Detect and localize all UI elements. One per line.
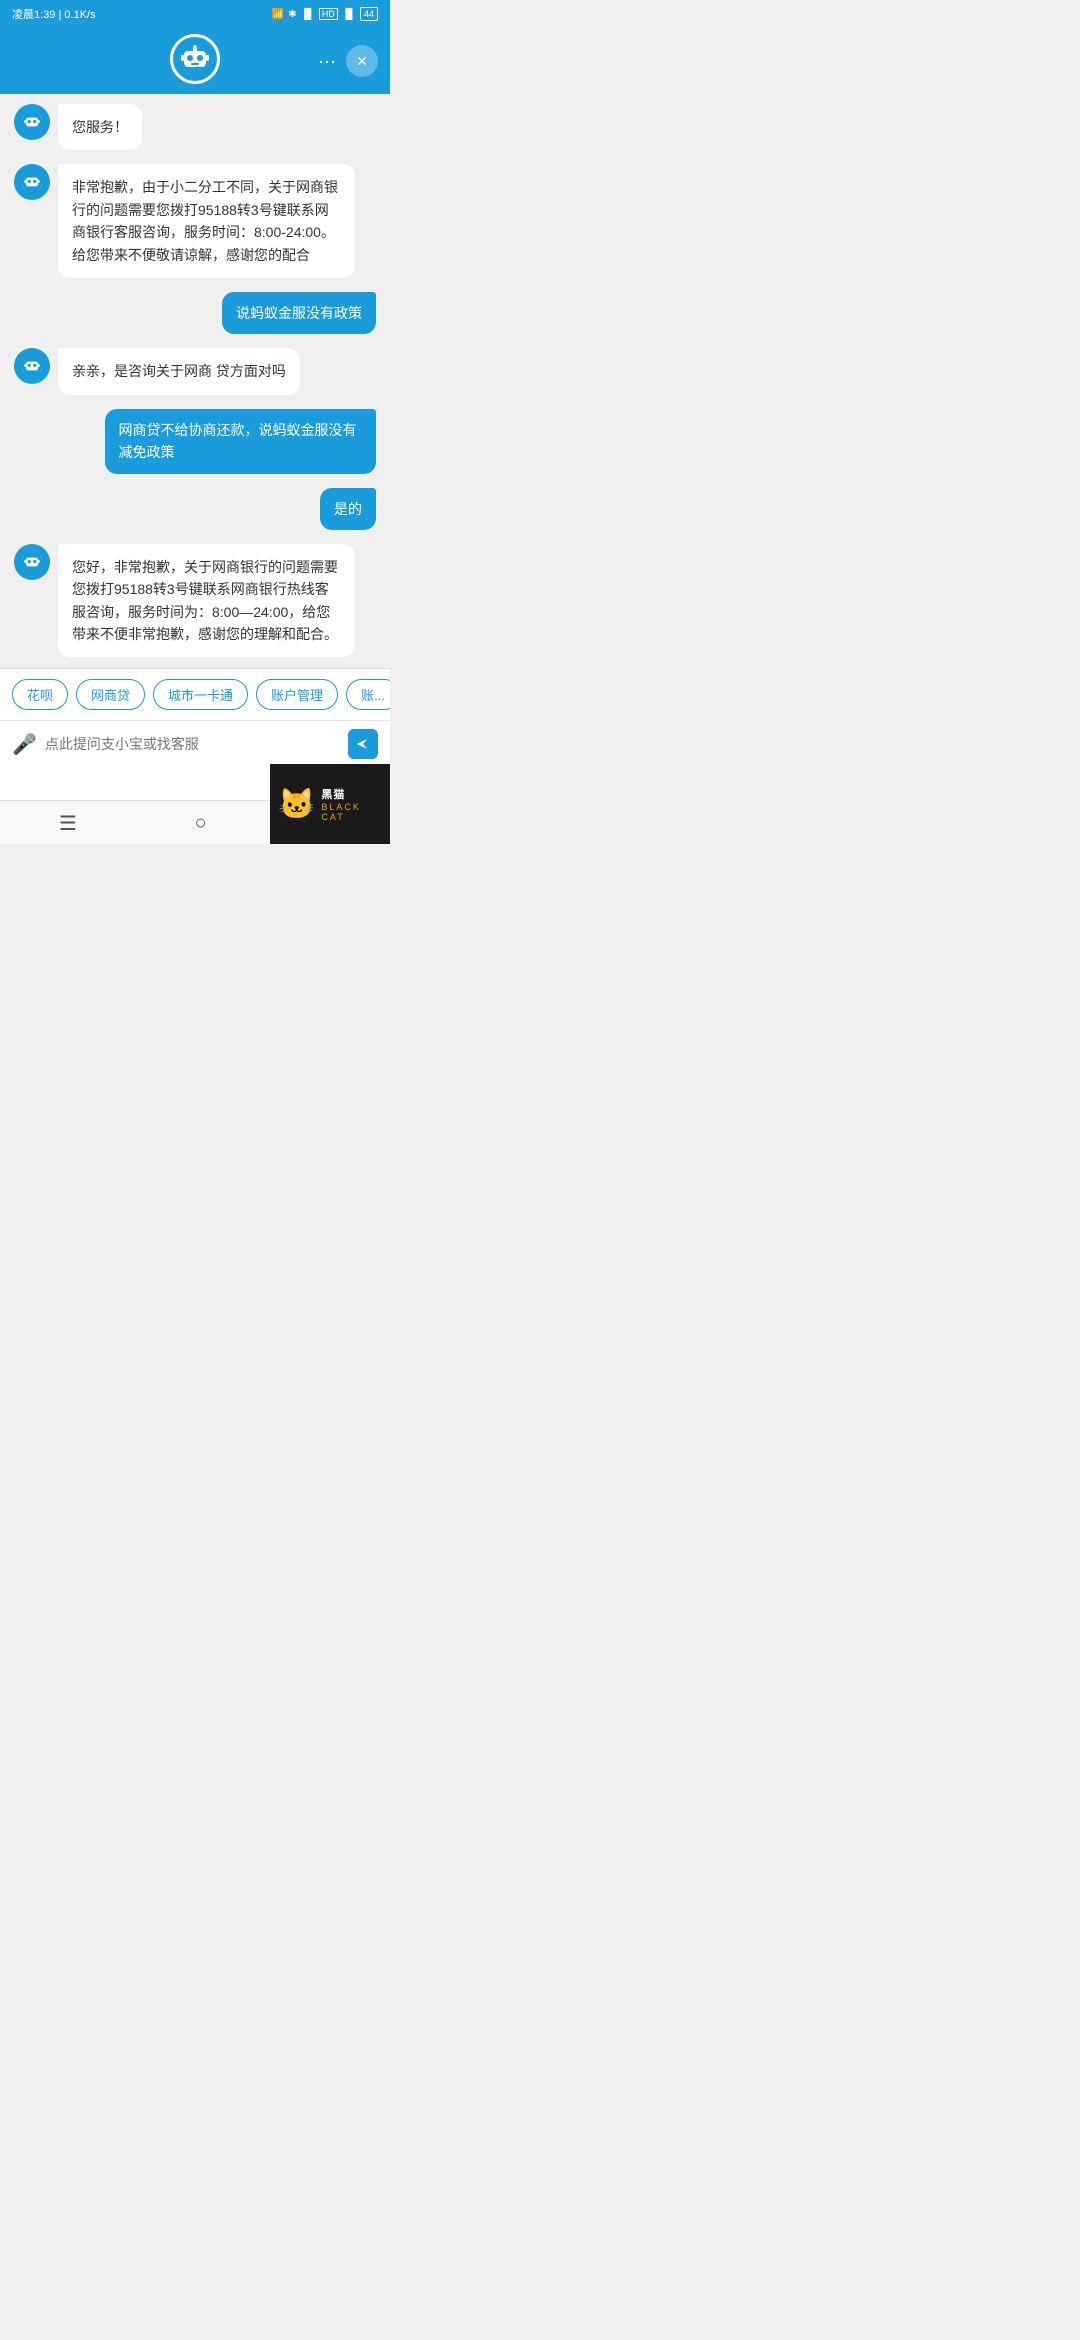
signal-icon-2: ▐▌ xyxy=(342,9,356,20)
mic-icon[interactable]: 🎤 xyxy=(12,732,37,757)
chat-area: 您服务！ 非常抱歉，由于小二分工不同，关于网商银行的问题需要您拨打95188转3… xyxy=(0,94,390,668)
quick-reply-account[interactable]: 账户管理 xyxy=(256,679,338,710)
watermark-text: 黑猫 BLACK CAT xyxy=(321,786,382,822)
watermark: 🐱 黑猫 BLACK CAT xyxy=(270,764,390,844)
message-bubble-2: 非常抱歉，由于小二分工不同，关于网商银行的问题需要您拨打95188转3号键联系网… xyxy=(58,164,355,278)
signal-icon: ▐▌ xyxy=(301,9,315,20)
quick-reply-city-card[interactable]: 城市一卡通 xyxy=(153,679,248,710)
message-bubble-7: 您好，非常抱歉，关于网商银行的问题需要您拨打95188转3号键联系网商银行热线客… xyxy=(58,544,355,658)
message-2: 非常抱歉，由于小二分工不同，关于网商银行的问题需要您拨打95188转3号键联系网… xyxy=(14,164,376,278)
message-bubble-5: 网商贷不给协商还款，说蚂蚁金服没有减免政策 xyxy=(105,409,377,474)
message-3: 说蚂蚁金服没有政策 xyxy=(14,292,376,334)
chat-header: ··· ✕ xyxy=(0,28,390,94)
quick-replies-bar: 花呗 网商贷 城市一卡通 账户管理 账... xyxy=(0,668,390,720)
menu-nav-button[interactable]: ☰ xyxy=(59,811,77,836)
send-button[interactable] xyxy=(348,729,378,759)
status-time-speed: 凌晨1:39 | 0.1K/s xyxy=(12,6,96,22)
message-5: 网商贷不给协商还款，说蚂蚁金服没有减免政策 xyxy=(14,409,376,474)
message-6: 是的 xyxy=(14,488,376,530)
chat-input[interactable] xyxy=(45,736,340,752)
bluetooth-icon: ✱ xyxy=(288,9,296,20)
wifi-icon: 📶 xyxy=(272,9,284,20)
close-button[interactable]: ✕ xyxy=(346,45,378,77)
message-7: 您好，非常抱歉，关于网商银行的问题需要您拨打95188转3号键联系网商银行热线客… xyxy=(14,544,376,658)
black-cat-english: BLACK CAT xyxy=(321,802,382,822)
quick-reply-more[interactable]: 账... xyxy=(346,679,390,710)
status-bar: 凌晨1:39 | 0.1K/s 📶 ✱ ▐▌ HD ▐▌ 44 xyxy=(0,0,390,28)
bot-avatar xyxy=(170,34,220,84)
send-icon xyxy=(355,736,371,752)
input-area: 🎤 xyxy=(0,720,390,767)
message-bubble-3: 说蚂蚁金服没有政策 xyxy=(222,292,376,334)
quick-reply-huabei[interactable]: 花呗 xyxy=(12,679,68,710)
bot-avatar-small xyxy=(14,104,50,140)
hd-badge: HD xyxy=(319,8,338,20)
battery-indicator: 44 xyxy=(360,7,378,21)
message-bubble-1: 您服务！ xyxy=(58,104,142,150)
bot-avatar-small-4 xyxy=(14,544,50,580)
header-actions: ··· ✕ xyxy=(318,45,378,77)
more-button[interactable]: ··· xyxy=(318,51,336,72)
robot-icon xyxy=(173,37,217,81)
message-4: 亲亲，是咨询关于网商 贷方面对吗 xyxy=(14,348,376,394)
cat-icon: 🐱 xyxy=(278,787,315,822)
bot-avatar-small-3 xyxy=(14,348,50,384)
black-cat-chinese: 黑猫 xyxy=(321,786,345,802)
status-icons: 📶 ✱ ▐▌ HD ▐▌ 44 xyxy=(272,7,378,21)
message-bubble-4: 亲亲，是咨询关于网商 贷方面对吗 xyxy=(58,348,300,394)
home-nav-button[interactable]: ○ xyxy=(195,812,207,835)
message-bubble-6: 是的 xyxy=(320,488,376,530)
bot-avatar-small-2 xyxy=(14,164,50,200)
message-1: 您服务！ xyxy=(14,104,376,150)
quick-reply-wangshangdai[interactable]: 网商贷 xyxy=(76,679,145,710)
